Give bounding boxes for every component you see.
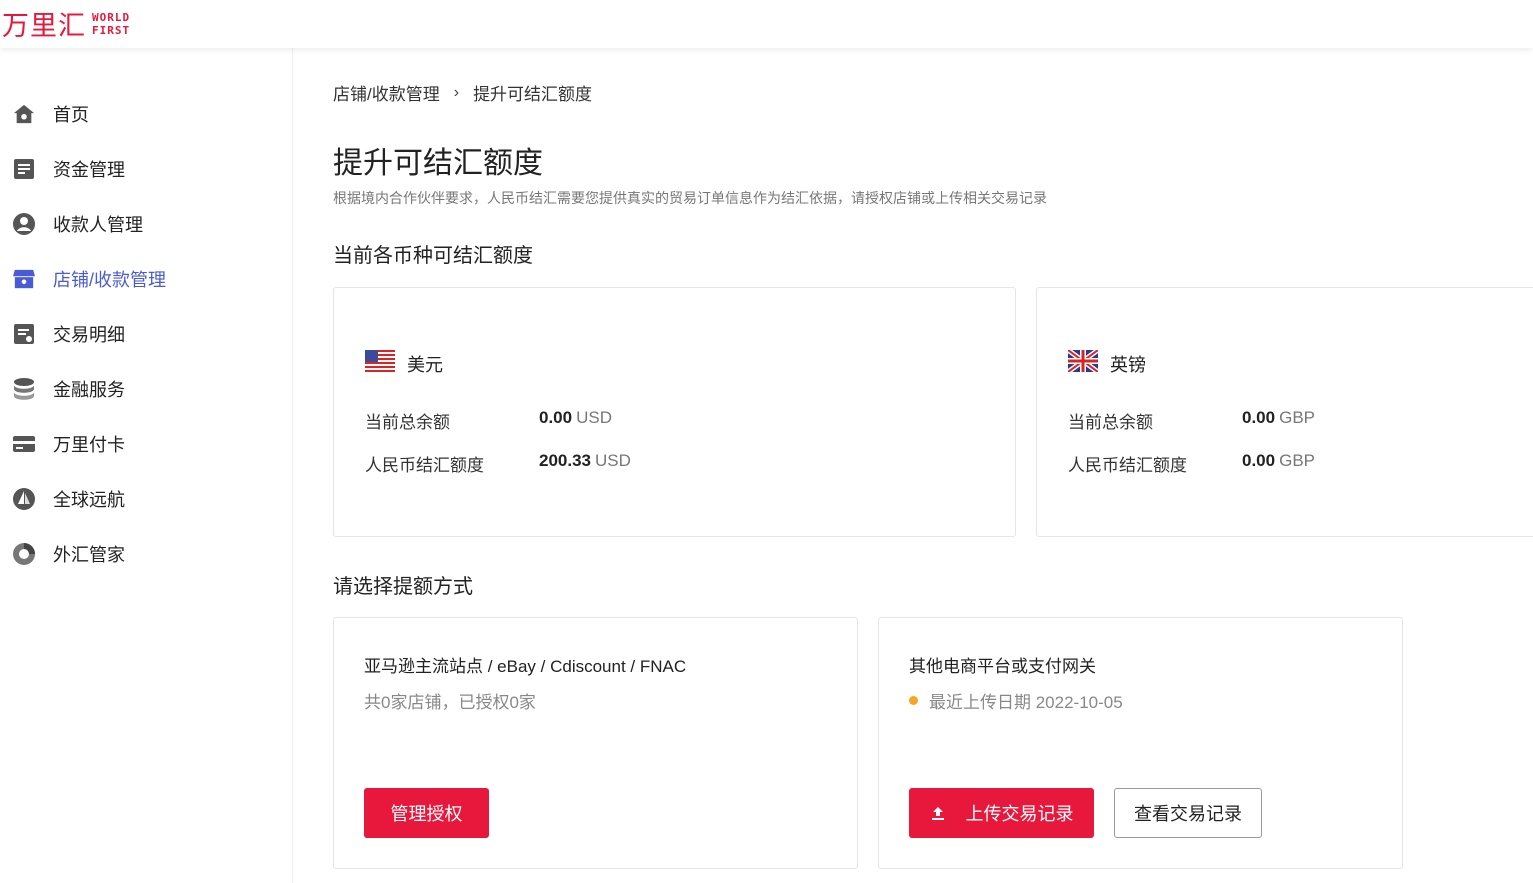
sidebar-item-label: 金融服务 <box>53 380 125 400</box>
upload-icon <box>930 805 946 821</box>
uk-flag-icon <box>1066 347 1100 377</box>
status-dot-icon <box>909 696 918 705</box>
currency-header: 美元 <box>365 350 443 377</box>
top-bar: 万里汇 WORLD FIRST <box>0 0 1533 48</box>
method-card-other: 其他电商平台或支付网关 最近上传日期 2022-10-05 上传交易记录 查看交… <box>878 617 1403 869</box>
method-card-amazon: 亚马逊主流站点 / eBay / Cdiscount / FNAC 共0家店铺，… <box>333 617 858 869</box>
rmb-quota-value: 0.00 GBP <box>1242 451 1315 470</box>
method-title: 亚马逊主流站点 / eBay / Cdiscount / FNAC <box>364 657 687 676</box>
sidebar-item-label: 全球远航 <box>53 490 125 510</box>
rmb-quota-value: 200.33 USD <box>539 451 631 470</box>
rmb-quota-label: 人民币结汇额度 <box>1068 456 1187 475</box>
home-icon <box>13 103 35 125</box>
currency-name: 美元 <box>407 354 443 375</box>
list-icon <box>13 323 35 345</box>
database-icon <box>13 378 35 400</box>
sidebar-item-label: 交易明细 <box>53 325 125 345</box>
brand-name-en: WORLD FIRST <box>92 10 131 37</box>
sidebar-item-payees[interactable]: 收款人管理 <box>0 204 292 244</box>
brand-logo[interactable]: 万里汇 WORLD FIRST <box>2 4 130 43</box>
sidebar-item-voyage[interactable]: 全球远航 <box>0 479 292 519</box>
upload-status: 最近上传日期 2022-10-05 <box>909 688 1123 713</box>
document-icon <box>13 158 35 180</box>
sidebar-item-home[interactable]: 首页 <box>0 94 292 134</box>
brand-name-cn: 万里汇 <box>2 11 86 41</box>
manage-authorization-button[interactable]: 管理授权 <box>364 788 489 838</box>
user-icon <box>13 213 35 235</box>
page-title: 提升可结汇额度 <box>333 147 543 180</box>
breadcrumb-parent-link[interactable]: 店铺/收款管理 <box>333 80 440 105</box>
store-icon <box>13 268 35 290</box>
sidebar-item-card[interactable]: 万里付卡 <box>0 424 292 464</box>
sidebar-item-label: 店铺/收款管理 <box>53 270 167 290</box>
rmb-quota-label: 人民币结汇额度 <box>365 456 484 475</box>
sidebar-item-transactions[interactable]: 交易明细 <box>0 314 292 354</box>
sidebar-item-forex[interactable]: 外汇管家 <box>0 534 292 574</box>
total-balance-value: 0.00 GBP <box>1242 408 1315 427</box>
us-flag-icon <box>365 350 395 377</box>
upload-records-button[interactable]: 上传交易记录 <box>909 788 1094 838</box>
page-description: 根据境内合作伙伴要求，人民币结汇需要您提供真实的贸易订单信息作为结汇依据，请授权… <box>333 190 1047 206</box>
exchange-icon <box>13 543 35 565</box>
last-upload-date: 最近上传日期 2022-10-05 <box>929 693 1123 712</box>
breadcrumb: 店铺/收款管理 › 提升可结汇额度 <box>333 80 592 105</box>
total-balance-value: 0.00 USD <box>539 408 612 427</box>
currency-card-gbp: 英镑 当前总余额 0.00 GBP 人民币结汇额度 0.00 GBP <box>1036 287 1533 537</box>
total-balance-label: 当前总余额 <box>365 413 450 432</box>
currency-name: 英镑 <box>1110 354 1146 375</box>
sidebar-item-funds[interactable]: 资金管理 <box>0 149 292 189</box>
store-count-text: 共0家店铺，已授权0家 <box>364 693 536 712</box>
sailboat-icon <box>13 488 35 510</box>
upload-records-label: 上传交易记录 <box>965 804 1074 824</box>
total-balance-label: 当前总余额 <box>1068 413 1153 432</box>
method-title: 其他电商平台或支付网关 <box>909 657 1096 676</box>
view-records-button[interactable]: 查看交易记录 <box>1114 788 1262 838</box>
sidebar-item-label: 首页 <box>53 105 89 125</box>
sidebar-item-label: 外汇管家 <box>53 545 125 565</box>
method-section-title: 请选择提额方式 <box>333 576 473 598</box>
sidebar-item-label: 收款人管理 <box>53 215 143 235</box>
card-icon <box>13 433 35 455</box>
main-content: 店铺/收款管理 › 提升可结汇额度 提升可结汇额度 根据境内合作伙伴要求，人民币… <box>333 48 1533 883</box>
quota-section-title: 当前各币种可结汇额度 <box>333 245 533 267</box>
sidebar-item-stores[interactable]: 店铺/收款管理 <box>0 259 292 299</box>
breadcrumb-current: 提升可结汇额度 <box>473 85 593 104</box>
sidebar-item-label: 万里付卡 <box>53 435 125 455</box>
currency-card-usd: 美元 当前总余额 0.00 USD 人民币结汇额度 200.33 USD <box>333 287 1016 537</box>
sidebar-item-label: 资金管理 <box>53 160 125 180</box>
breadcrumb-separator-icon: › <box>453 83 460 101</box>
sidebar-item-finance[interactable]: 金融服务 <box>0 369 292 409</box>
sidebar: 首页 资金管理 收款人管理 店铺/收款管理 交易明细 金融服务 万里付卡 全球远… <box>0 48 293 883</box>
currency-header: 英镑 <box>1066 347 1146 377</box>
